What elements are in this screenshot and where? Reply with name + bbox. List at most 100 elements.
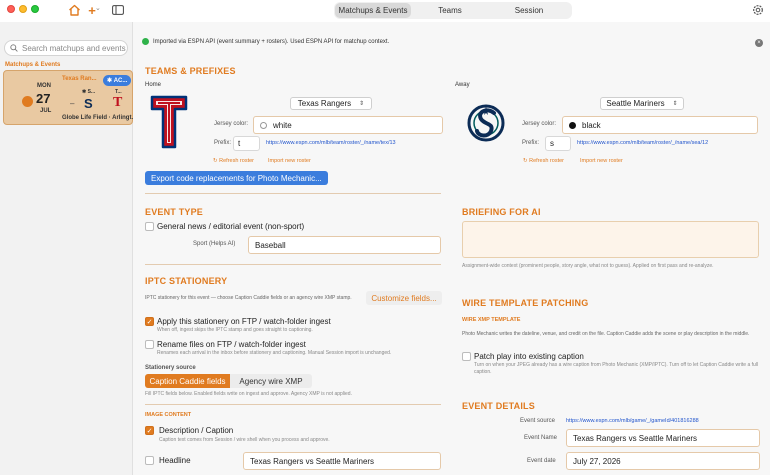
event-details-title: EVENT DETAILS — [462, 401, 535, 411]
status-badge-label: AC... — [113, 77, 128, 84]
general-news-label: General news / editorial event (non-spor… — [157, 222, 305, 231]
stationery-source-label: Stationery source — [145, 365, 196, 371]
home-label: Home — [145, 82, 162, 88]
basketball-icon — [22, 96, 33, 107]
search-input[interactable]: Search matchups and events — [4, 40, 128, 56]
away-team-short: ✱ S... — [82, 89, 96, 95]
import-notice-text: Imported via ESPN API (event summary + r… — [153, 38, 390, 45]
stationery-source-control: Caption Caddie fields Agency wire XMP — [145, 374, 312, 388]
rename-files-checkbox[interactable] — [145, 340, 154, 349]
away-refresh-roster[interactable]: ↻ Refresh roster — [523, 158, 564, 164]
event-type-title: EVENT TYPE — [145, 207, 204, 217]
refresh-icon: ↻ — [523, 158, 528, 164]
apply-stationery-hint: When off, ingest skips the IPTC stamp an… — [157, 327, 313, 333]
home-jersey-value: white — [273, 120, 292, 130]
zoom-window-button[interactable] — [31, 5, 39, 13]
close-icon[interactable]: × — [755, 39, 763, 47]
tab-teams[interactable]: Teams — [411, 3, 489, 18]
event-day-of-week: MON — [37, 83, 51, 89]
patch-play-checkbox[interactable] — [462, 352, 471, 361]
away-roster-link[interactable]: https://www.espn.com/mlb/team/roster/_/n… — [577, 140, 708, 146]
general-news-checkbox[interactable] — [145, 222, 154, 231]
home-import-roster[interactable]: Import new roster — [268, 158, 311, 164]
home-roster-link[interactable]: https://www.espn.com/mlb/team/roster/_/n… — [266, 140, 396, 146]
home-refresh-roster[interactable]: ↻ Refresh roster — [213, 158, 254, 164]
source-agency-wire-xmp[interactable]: Agency wire XMP — [230, 374, 312, 388]
home-icon[interactable] — [66, 2, 82, 18]
minimize-window-button[interactable] — [19, 5, 27, 13]
wire-subtitle: WIRE XMP TEMPLATE — [462, 317, 521, 323]
description-caption-checkbox[interactable]: ✓ — [145, 426, 154, 435]
briefing-hint: Assignment-wide context (prominent peopl… — [462, 263, 714, 269]
teams-section-title: TEAMS & PREFIXES — [145, 66, 236, 76]
away-prefix-label: Prefix: — [522, 140, 540, 146]
tab-matchups-events[interactable]: Matchups & Events — [335, 3, 411, 18]
away-refresh-roster-label: Refresh roster — [529, 158, 564, 164]
sidebar: Search matchups and events Matchups & Ev… — [0, 22, 137, 475]
jersey-color-swatch — [260, 121, 267, 129]
status-badge: ✱ AC... — [103, 75, 132, 86]
headline-field[interactable]: Texas Rangers vs Seattle Mariners — [243, 452, 441, 470]
iptc-desc: IPTC stationery for this event — choose … — [145, 295, 352, 301]
away-team-short-label: S... — [87, 89, 96, 95]
rename-files-label: Rename files on FTP / watch-folder inges… — [157, 340, 306, 349]
section-divider — [145, 404, 441, 405]
mariners-team-logo — [467, 95, 505, 151]
sidebar-section-label: Matchups & Events — [5, 62, 61, 68]
star-icon: ✱ — [107, 78, 114, 84]
home-team-select[interactable]: Texas Rangers ⇕ — [290, 97, 372, 110]
apply-stationery-checkbox[interactable]: ✓ — [145, 317, 154, 326]
iptc-title: IPTC STATIONERY — [145, 276, 228, 286]
event-list-item[interactable]: MON 27 JUL Texas Ran... ✱ AC... ✱ S... T… — [3, 70, 137, 125]
away-team-select[interactable]: Seattle Mariners ⇕ — [600, 97, 684, 110]
away-jersey-label: Jersey color: — [522, 121, 557, 127]
event-name-field[interactable]: Texas Rangers vs Seattle Mariners — [566, 429, 760, 447]
event-month: JUL — [40, 108, 52, 114]
source-caption-caddie-fields[interactable]: Caption Caddie fields — [145, 374, 230, 388]
tab-session[interactable]: Session — [489, 3, 569, 18]
export-code-replacements-button[interactable]: Export code replacements for Photo Mecha… — [145, 171, 328, 185]
home-refresh-roster-label: Refresh roster — [219, 158, 254, 164]
close-window-button[interactable] — [7, 5, 15, 13]
away-import-roster[interactable]: Import new roster — [580, 158, 623, 164]
sport-field[interactable]: Baseball — [248, 236, 441, 254]
stationery-source-hint: Fill IPTC fields below. Enabled fields w… — [145, 391, 352, 397]
sport-label: Sport (Helps AI) — [193, 241, 236, 247]
headline-checkbox[interactable] — [145, 456, 154, 465]
away-team-value: Seattle Mariners — [606, 99, 665, 108]
search-placeholder: Search matchups and events — [22, 43, 126, 53]
chevron-updown-icon: ⇕ — [672, 101, 678, 107]
event-date-field[interactable]: July 27, 2026 — [566, 452, 760, 470]
event-date-label: Event date — [527, 458, 556, 464]
rangers-logo: T — [113, 95, 123, 110]
gear-icon[interactable] — [751, 3, 765, 17]
home-jersey-color-field[interactable]: white — [253, 116, 443, 134]
away-prefix-field[interactable]: s — [545, 136, 571, 151]
wire-desc: Photo Mechanic writes the dateline, venu… — [462, 331, 750, 337]
rename-files-hint: Renames each arrival in the inbox before… — [157, 350, 392, 356]
event-title: Texas Ran... — [62, 76, 97, 82]
import-notice: Imported via ESPN API (event summary + r… — [142, 38, 389, 45]
chevron-down-icon[interactable]: ⌄ — [95, 4, 101, 12]
away-label: Away — [455, 82, 470, 88]
description-caption-label: Description / Caption — [159, 426, 234, 435]
home-team-value: Texas Rangers — [297, 99, 352, 108]
wire-title: WIRE TEMPLATE PATCHING — [462, 298, 589, 308]
event-venue: Globe Life Field · Arlingt... — [62, 115, 137, 121]
image-content-label: IMAGE CONTENT — [145, 412, 192, 418]
jersey-color-swatch — [569, 121, 576, 129]
sidebar-toggle-icon[interactable] — [111, 2, 125, 18]
main-tab-control: Matchups & Events Teams Session — [334, 2, 572, 19]
section-divider — [145, 264, 441, 265]
customize-fields-button[interactable]: Customize fields... — [366, 291, 442, 305]
away-jersey-color-field[interactable]: black — [562, 116, 758, 134]
home-jersey-label: Jersey color: — [214, 121, 249, 127]
apply-stationery-label: Apply this stationery on FTP / watch-fol… — [157, 317, 331, 326]
briefing-textarea[interactable] — [462, 221, 759, 258]
home-prefix-field[interactable]: t — [233, 136, 260, 151]
event-source-link[interactable]: https://www.espn.com/mlb/game/_/gameId/4… — [566, 418, 699, 424]
event-day: 27 — [36, 91, 51, 106]
mariners-logo: S — [84, 96, 93, 111]
briefing-title: BRIEFING FOR AI — [462, 207, 541, 217]
event-name-label: Event Name — [524, 435, 558, 441]
